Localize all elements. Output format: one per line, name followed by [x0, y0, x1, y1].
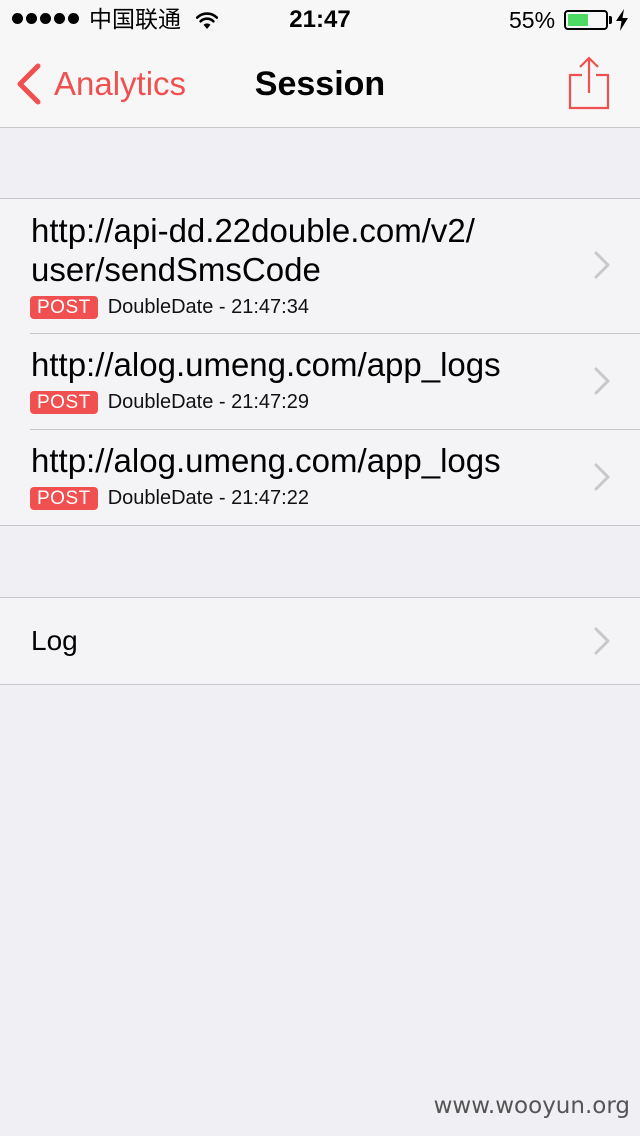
battery-icon — [564, 10, 608, 30]
request-url: http://alog.umeng.com/app_logs — [31, 442, 501, 479]
chevron-right-icon — [594, 627, 610, 655]
request-url-line: user/sendSmsCode — [31, 251, 321, 288]
method-badge: POST — [30, 296, 98, 319]
list-item[interactable]: http://alog.umeng.com/app_logs POST Doub… — [0, 430, 640, 525]
navigation-bar: Analytics Session — [0, 40, 640, 128]
method-badge: POST — [30, 487, 98, 510]
log-row[interactable]: Log — [0, 598, 640, 684]
request-url: http://api-dd.22double.com/v2/ user/send… — [31, 211, 571, 289]
request-detail: DoubleDate - 21:47:29 — [107, 391, 309, 413]
charging-bolt-icon — [616, 9, 628, 31]
request-detail: DoubleDate - 21:47:22 — [107, 487, 309, 509]
battery-cap — [609, 16, 612, 24]
request-list: http://api-dd.22double.com/v2/ user/send… — [0, 198, 640, 526]
request-meta: POST DoubleDate - 21:47:29 — [30, 391, 309, 414]
request-meta: POST DoubleDate - 21:47:34 — [30, 296, 309, 319]
request-detail: DoubleDate - 21:47:34 — [107, 296, 309, 318]
log-section: Log — [0, 597, 640, 685]
method-badge: POST — [30, 391, 98, 414]
status-bar: 中国联通 21:47 55% — [0, 0, 640, 40]
battery-percent: 55% — [509, 7, 556, 33]
chevron-right-icon — [594, 367, 610, 395]
request-url: http://alog.umeng.com/app_logs — [31, 346, 501, 383]
request-url-line: http://api-dd.22double.com/v2/ — [31, 212, 475, 249]
list-item[interactable]: http://alog.umeng.com/app_logs POST Doub… — [0, 334, 640, 430]
battery-level — [568, 14, 588, 26]
chevron-right-icon — [594, 463, 610, 491]
page-title: Session — [254, 65, 386, 103]
chevron-right-icon — [594, 251, 610, 279]
request-meta: POST DoubleDate - 21:47:22 — [30, 487, 309, 510]
watermark: www.wooyun.org — [433, 1093, 630, 1119]
list-item[interactable]: http://api-dd.22double.com/v2/ user/send… — [0, 199, 640, 334]
share-icon[interactable] — [567, 55, 611, 111]
log-label: Log — [31, 625, 78, 656]
